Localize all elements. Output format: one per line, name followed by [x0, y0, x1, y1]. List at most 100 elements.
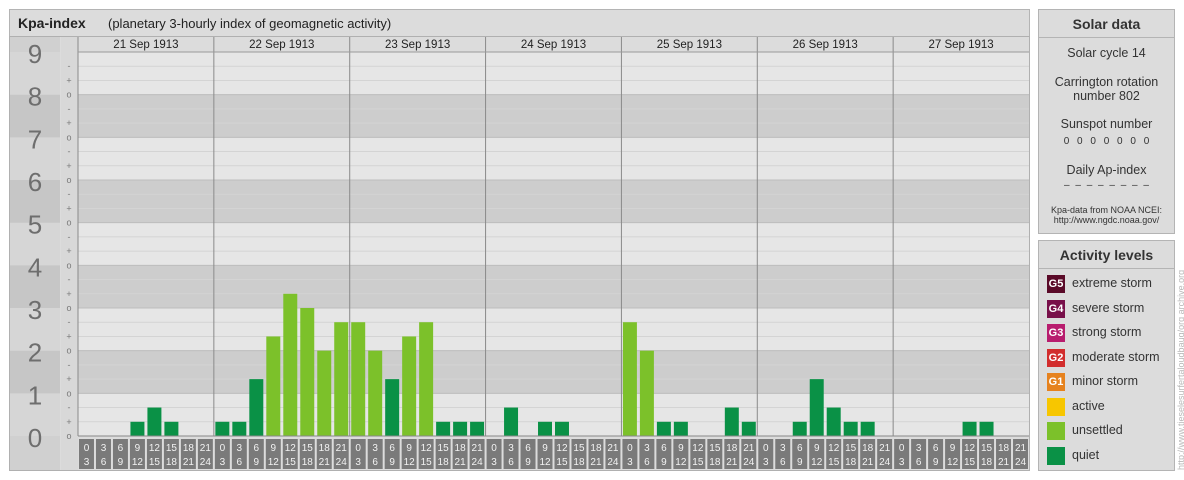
- hour-start-label: 18: [862, 443, 874, 454]
- hour-end-label: 24: [200, 457, 212, 468]
- y-minor-mark: -: [68, 317, 71, 327]
- hour-start-label: 18: [726, 443, 738, 454]
- hour-start-label: 18: [319, 443, 331, 454]
- y-minor-mark: +: [66, 161, 71, 171]
- hour-start-label: 9: [678, 443, 684, 454]
- hour-end-label: 15: [556, 457, 568, 468]
- hour-end-label: 6: [372, 457, 378, 468]
- hour-end-label: 21: [183, 457, 195, 468]
- hour-end-label: 12: [539, 457, 551, 468]
- kp-bar: [130, 421, 145, 436]
- y-minor-mark: -: [68, 275, 71, 285]
- kp-chart: 0123456789o+-o+-o+-o+-o+-o+-o+-o+-o+-21 …: [9, 36, 1030, 471]
- hour-end-label: 3: [84, 457, 90, 468]
- hour-start-label: 9: [135, 443, 141, 454]
- hour-end-label: 9: [525, 457, 531, 468]
- solar-data-panel: Solar data Solar cycle 14 Carrington rot…: [1038, 9, 1175, 234]
- level-swatch: G3: [1047, 324, 1065, 342]
- level-label: severe storm: [1072, 300, 1145, 315]
- day-label: 26 Sep 1913: [793, 39, 858, 51]
- level-band: [78, 94, 1029, 138]
- kp-bar: [809, 379, 824, 436]
- y-minor-mark: o: [66, 260, 71, 270]
- y-minor-mark: +: [66, 118, 71, 128]
- kp-bar: [979, 421, 994, 436]
- y-minor-mark: o: [66, 175, 71, 185]
- chart-title: Kpa-index: [18, 15, 86, 31]
- hour-start-label: 6: [661, 443, 667, 454]
- y-minor-mark: -: [68, 61, 71, 71]
- hour-end-label: 18: [709, 457, 721, 468]
- hour-start-label: 6: [797, 443, 803, 454]
- y-tick-label: 6: [28, 167, 42, 197]
- y-tick-label: 0: [28, 423, 42, 453]
- level-label: extreme storm: [1072, 276, 1152, 290]
- hour-end-label: 12: [132, 457, 144, 468]
- hour-start-label: 12: [964, 443, 976, 454]
- kp-bar: [249, 379, 264, 436]
- y-minor-mark: +: [66, 246, 71, 256]
- hour-start-label: 3: [372, 443, 378, 454]
- hour-end-label: 18: [438, 457, 450, 468]
- y-minor-mark: -: [68, 104, 71, 114]
- hour-start-label: 0: [355, 443, 361, 454]
- hour-start-label: 6: [389, 443, 395, 454]
- hour-start-label: 21: [200, 443, 212, 454]
- hour-start-label: 15: [573, 443, 585, 454]
- day-label: 21 Sep 1913: [113, 39, 178, 51]
- y-tick-label: 9: [28, 39, 42, 69]
- hour-start-label: 0: [899, 443, 905, 454]
- hour-end-label: 24: [472, 457, 484, 468]
- kp-bar: [232, 421, 247, 436]
- hour-start-label: 21: [879, 443, 891, 454]
- hour-end-label: 9: [118, 457, 124, 468]
- kp-bar: [453, 421, 468, 436]
- hour-start-label: 21: [1015, 443, 1027, 454]
- hour-end-label: 3: [899, 457, 905, 468]
- level-swatch: [1047, 446, 1065, 465]
- hour-end-label: 12: [268, 457, 280, 468]
- day-label: 23 Sep 1913: [385, 39, 450, 51]
- kp-bar: [504, 407, 519, 436]
- hour-end-label: 9: [797, 457, 803, 468]
- y-minor-mark: +: [66, 203, 71, 213]
- y-minor-mark: o: [66, 218, 71, 228]
- kp-bar: [266, 336, 281, 436]
- level-swatch: G2: [1047, 348, 1065, 367]
- hour-start-label: 15: [302, 443, 314, 454]
- hour-start-label: 3: [644, 443, 650, 454]
- hour-start-label: 21: [743, 443, 755, 454]
- y-tick-label: 2: [28, 338, 42, 368]
- hour-end-label: 24: [743, 457, 755, 468]
- y-minor-mark: o: [66, 90, 71, 100]
- kp-bar: [724, 407, 739, 436]
- kp-bar: [300, 308, 315, 436]
- level-band: [78, 265, 1029, 308]
- level-band: [78, 222, 1029, 266]
- hour-start-label: 0: [84, 443, 90, 454]
- chart-subtitle: (planetary 3-hourly index of geomagnetic…: [108, 16, 392, 31]
- hour-start-label: 6: [254, 443, 260, 454]
- y-minor-mark: -: [68, 189, 71, 199]
- hour-end-label: 6: [644, 457, 650, 468]
- kp-bar: [843, 421, 858, 436]
- hour-start-label: 12: [692, 443, 704, 454]
- kp-bar: [317, 350, 332, 436]
- hour-start-label: 12: [421, 443, 433, 454]
- hour-start-label: 18: [998, 443, 1010, 454]
- hour-end-label: 15: [692, 457, 704, 468]
- hour-start-label: 6: [525, 443, 531, 454]
- hour-start-label: 3: [101, 443, 107, 454]
- ap-index-label: Daily Ap-index: [1066, 163, 1147, 177]
- level-swatch: [1047, 397, 1065, 416]
- y-minor-mark: o: [66, 431, 71, 441]
- kp-bar: [860, 421, 875, 436]
- hour-end-label: 9: [933, 457, 939, 468]
- hour-end-label: 6: [916, 457, 922, 468]
- hour-start-label: 6: [933, 443, 939, 454]
- hour-start-label: 0: [627, 443, 633, 454]
- hour-start-label: 12: [149, 443, 161, 454]
- hour-end-label: 18: [573, 457, 585, 468]
- hour-end-label: 18: [981, 457, 993, 468]
- y-minor-mark: +: [66, 417, 71, 427]
